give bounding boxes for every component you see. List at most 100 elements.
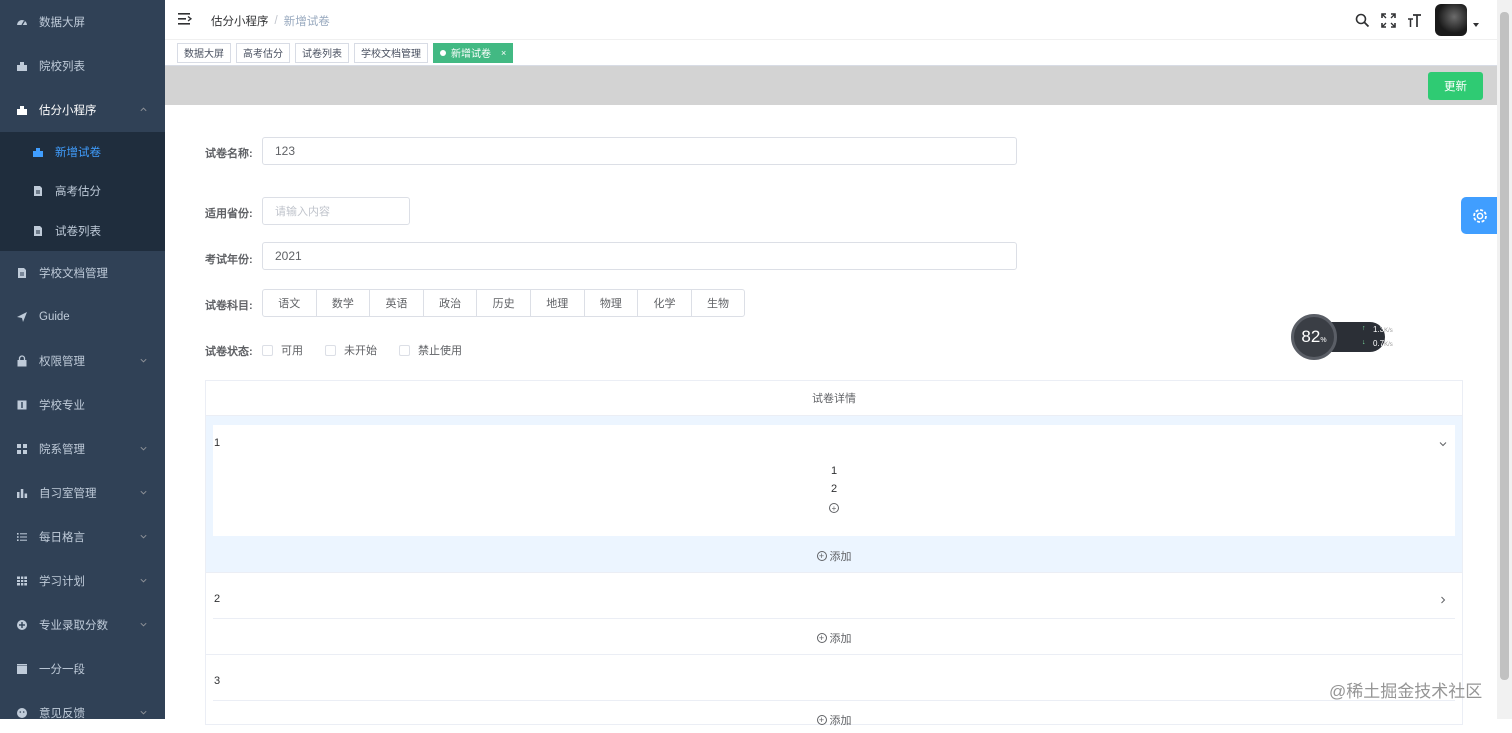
province-label: 适用省份: bbox=[205, 208, 253, 220]
close-icon[interactable]: × bbox=[501, 48, 506, 58]
header-tools bbox=[1349, 0, 1497, 40]
feedback-icon bbox=[16, 707, 28, 719]
upload-value: 1.3 bbox=[1373, 325, 1385, 334]
search-icon bbox=[1355, 13, 1369, 27]
gear-icon bbox=[1472, 208, 1487, 223]
network-speed-widget[interactable]: ↑ 1.3K/s ↓ 0.7K/s 82% bbox=[1291, 314, 1393, 360]
tag-school-docs[interactable]: 学校文档管理 bbox=[354, 42, 428, 63]
upload-unit: K/s bbox=[1384, 328, 1393, 334]
sidebar-item-majors[interactable]: 学校专业 bbox=[0, 383, 165, 427]
info-icon bbox=[16, 399, 28, 411]
divider bbox=[213, 700, 1455, 701]
add-button[interactable]: + 添加 bbox=[206, 548, 1462, 564]
school-icon bbox=[16, 104, 28, 116]
sidebar-item-guide[interactable]: Guide bbox=[0, 295, 165, 339]
plus-circle-icon bbox=[16, 619, 28, 631]
send-icon bbox=[16, 311, 28, 323]
status-checkbox-available[interactable]: 可用 bbox=[262, 342, 303, 358]
sub-item: 2 bbox=[830, 483, 838, 495]
sidebar-item-daily-quotes[interactable]: 每日格言 bbox=[0, 515, 165, 559]
subject-option[interactable]: 历史 bbox=[476, 289, 531, 317]
chart-icon bbox=[16, 487, 28, 499]
status-checkbox-disabled[interactable]: 禁止使用 bbox=[399, 342, 462, 358]
sidebar-item-label: 估分小程序 bbox=[39, 105, 97, 117]
sidebar-item-label: 专业录取分数 bbox=[39, 619, 108, 632]
chevron-down-icon bbox=[140, 578, 147, 582]
tag-data-screen[interactable]: 数据大屏 bbox=[177, 42, 231, 63]
subject-option[interactable]: 生物 bbox=[690, 289, 746, 317]
sidebar-item-label: 意见反馈 bbox=[39, 707, 85, 720]
subject-option[interactable]: 政治 bbox=[422, 289, 478, 317]
sidebar-item-school-docs[interactable]: 学校文档管理 bbox=[0, 251, 165, 295]
paper-name-input[interactable]: 123 bbox=[262, 137, 1017, 165]
chevron-down-icon[interactable] bbox=[1438, 439, 1448, 449]
hamburger-icon[interactable] bbox=[178, 12, 192, 26]
breadcrumb-parent[interactable]: 估分小程序 bbox=[211, 13, 269, 29]
add-button[interactable]: + 添加 bbox=[206, 712, 1462, 728]
sidebar-item-score-segments[interactable]: 一分一段 bbox=[0, 647, 165, 691]
sidebar-item-school-list[interactable]: 院校列表 bbox=[0, 44, 165, 88]
font-size-button[interactable] bbox=[1401, 7, 1427, 33]
update-button[interactable]: 更新 bbox=[1428, 72, 1483, 100]
navbar: 估分小程序 / 新增试卷 bbox=[165, 0, 1497, 40]
tag-score-estimate[interactable]: 高考估分 bbox=[236, 42, 290, 63]
status-checkbox-not-started[interactable]: 未开始 bbox=[325, 342, 377, 358]
school-icon bbox=[32, 146, 44, 158]
sidebar: 数据大屏 院校列表 估分小程序 新增试卷 高考估分 试卷列表 学校文档管理 Gu… bbox=[0, 0, 165, 719]
subject-option[interactable]: 语文 bbox=[262, 289, 317, 317]
search-button[interactable] bbox=[1349, 7, 1375, 33]
checkbox-box[interactable] bbox=[325, 344, 336, 356]
tag-new-paper[interactable]: 新增试卷 × bbox=[433, 42, 514, 63]
sidebar-subitem-new-paper[interactable]: 新增试卷 bbox=[0, 132, 165, 172]
download-unit: K/s bbox=[1384, 342, 1393, 348]
sidebar-item-label: Guide bbox=[39, 310, 70, 323]
sidebar-subitem-score-estimate[interactable]: 高考估分 bbox=[0, 172, 165, 212]
sidebar-item-admission-scores[interactable]: 专业录取分数 bbox=[0, 603, 165, 647]
chevron-right-icon[interactable] bbox=[1438, 595, 1448, 605]
scrollbar-thumb[interactable] bbox=[1500, 12, 1509, 680]
sidebar-item-label: 院校列表 bbox=[39, 61, 85, 73]
tag-paper-list[interactable]: 试卷列表 bbox=[295, 42, 349, 63]
subject-option[interactable]: 地理 bbox=[529, 289, 585, 317]
section-number: 3 bbox=[214, 675, 221, 687]
sidebar-item-score-app[interactable]: 估分小程序 bbox=[0, 88, 165, 132]
breadcrumb-separator: / bbox=[274, 15, 278, 27]
sidebar-item-departments[interactable]: 院系管理 bbox=[0, 427, 165, 471]
subject-option[interactable]: 化学 bbox=[637, 289, 692, 317]
fullscreen-button[interactable] bbox=[1375, 7, 1401, 33]
action-bar: 更新 bbox=[165, 66, 1497, 105]
province-input[interactable]: 请输入内容 bbox=[262, 197, 410, 225]
sidebar-subitem-label: 高考估分 bbox=[55, 186, 101, 199]
sidebar-item-data-screen[interactable]: 数据大屏 bbox=[0, 0, 165, 44]
detail-title: 试卷详情 bbox=[206, 381, 1462, 416]
status-label: 试卷状态: bbox=[205, 346, 253, 358]
add-button[interactable]: + 添加 bbox=[206, 630, 1462, 646]
add-sub-item-icon[interactable]: + bbox=[829, 503, 839, 513]
subject-option[interactable]: 数学 bbox=[315, 289, 371, 317]
settings-button[interactable] bbox=[1461, 197, 1498, 234]
avatar[interactable] bbox=[1435, 4, 1467, 36]
sidebar-subitem-paper-list[interactable]: 试卷列表 bbox=[0, 211, 165, 251]
list-icon bbox=[16, 531, 28, 543]
paper-name-label: 试卷名称: bbox=[205, 148, 253, 160]
chevron-down-icon bbox=[140, 358, 147, 362]
chevron-down-icon bbox=[140, 710, 147, 714]
document-icon bbox=[16, 267, 28, 279]
sidebar-item-label: 每日格言 bbox=[39, 531, 85, 544]
checkbox-box[interactable] bbox=[399, 344, 410, 356]
scrollbar[interactable] bbox=[1497, 0, 1512, 719]
caret-down-icon[interactable] bbox=[1471, 20, 1481, 30]
sidebar-item-study-plan[interactable]: 学习计划 bbox=[0, 559, 165, 603]
subject-option[interactable]: 英语 bbox=[369, 289, 424, 317]
exam-year-input[interactable]: 2021 bbox=[262, 242, 1017, 270]
sidebar-item-label: 学习计划 bbox=[39, 575, 85, 588]
school-icon bbox=[16, 60, 28, 72]
sub-item: 1 bbox=[830, 465, 838, 477]
download-value: 0.7 bbox=[1373, 339, 1385, 348]
sidebar-item-feedback[interactable]: 意见反馈 bbox=[0, 691, 165, 720]
subject-option[interactable]: 物理 bbox=[583, 289, 639, 317]
sidebar-item-study-rooms[interactable]: 自习室管理 bbox=[0, 471, 165, 515]
checkbox-box[interactable] bbox=[262, 344, 273, 356]
sidebar-item-permissions[interactable]: 权限管理 bbox=[0, 339, 165, 383]
plus-circle-icon: + bbox=[816, 715, 827, 725]
